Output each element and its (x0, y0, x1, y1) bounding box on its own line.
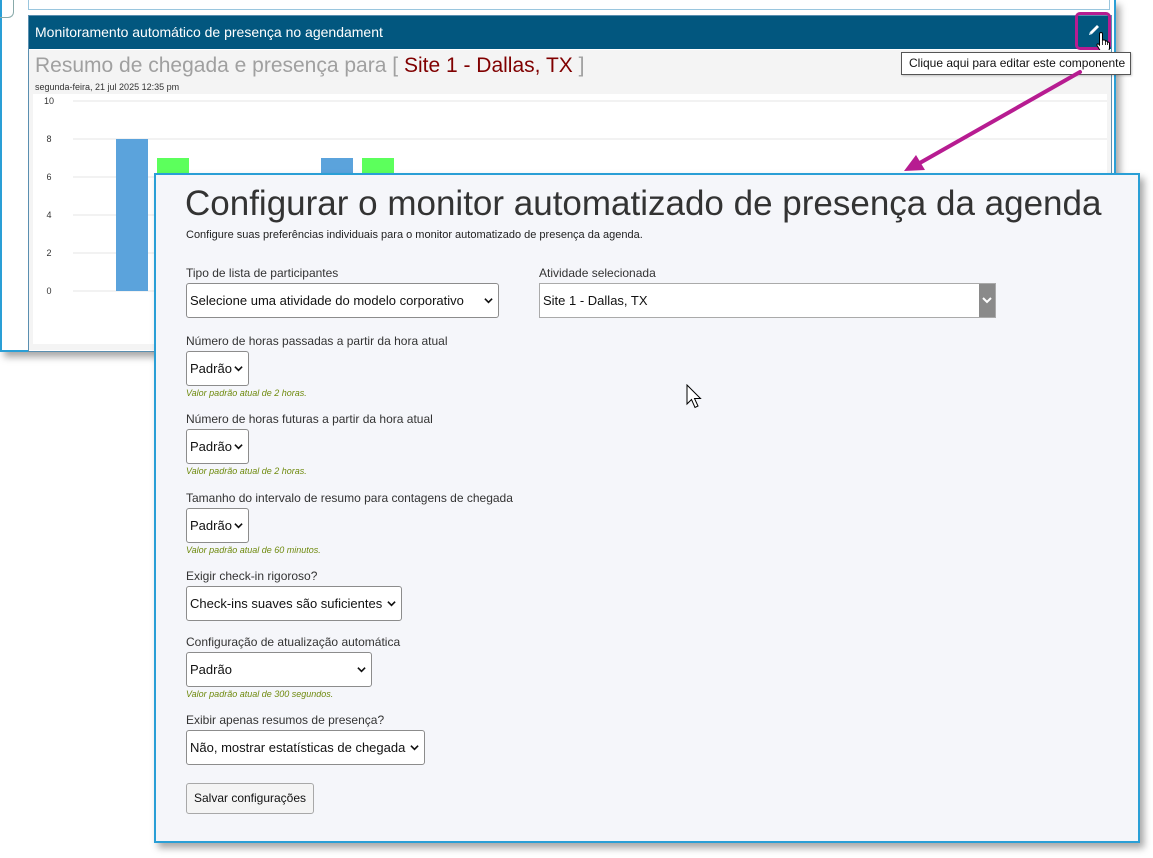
bracket-close: ] (578, 54, 585, 77)
hours-future-value: Padrão (190, 439, 232, 454)
hours-past-hint: Valor padrão atual de 2 horas. (186, 388, 307, 398)
panel-corner (0, 0, 14, 18)
bracket-open: [ (392, 54, 399, 77)
summary-site-name: Site 1 - Dallas, TX (403, 54, 573, 77)
y-tick-label: 10 (44, 96, 54, 106)
dialog-subtitle: Configure suas preferências individuais … (186, 229, 643, 241)
hours-past-select[interactable]: Padrão (186, 351, 249, 386)
strict-checkin-select[interactable]: Check-ins suaves são suficientes (186, 586, 402, 621)
chart-bar (116, 139, 148, 291)
chevron-down-icon (234, 523, 243, 529)
chevron-down-icon (234, 366, 243, 372)
participant-list-label: Tipo de lista de participantes (186, 266, 339, 280)
save-settings-button[interactable]: Salvar configurações (186, 783, 314, 814)
edit-component-button[interactable] (1075, 12, 1111, 53)
strict-checkin-label: Exigir check-in rigoroso? (186, 569, 318, 583)
chevron-down-icon (234, 444, 243, 450)
chevron-down-icon (387, 601, 396, 607)
participant-list-select[interactable]: Selecione uma atividade do modelo corpor… (186, 283, 499, 318)
chevron-down-icon (982, 297, 992, 304)
config-dialog: Configurar o monitor automatizado de pre… (154, 173, 1140, 843)
participant-list-value: Selecione uma atividade do modelo corpor… (190, 293, 464, 308)
summary-title-prefix: Resumo de chegada e presença para (35, 54, 387, 77)
select-arrow-box (979, 284, 995, 317)
summaries-only-select[interactable]: Não, mostrar estatísticas de chegada (186, 730, 425, 765)
selected-activity-select[interactable]: Site 1 - Dallas, TX (539, 283, 996, 318)
y-tick-label: 4 (46, 210, 51, 220)
interval-size-hint: Valor padrão atual de 60 minutos. (186, 545, 321, 555)
hours-future-hint: Valor padrão atual de 2 horas. (186, 466, 307, 476)
interval-size-select[interactable]: Padrão (186, 508, 249, 543)
y-tick-label: 8 (46, 134, 51, 144)
auto-refresh-label: Configuração de atualização automática (186, 635, 401, 649)
hours-past-label: Número de horas passadas a partir da hor… (186, 334, 448, 348)
widget-header: Monitoramento automático de presença no … (29, 16, 1111, 49)
interval-size-value: Padrão (190, 518, 232, 533)
strict-checkin-value: Check-ins suaves são suficientes (190, 596, 383, 611)
selected-activity-label: Atividade selecionada (539, 266, 656, 280)
summary-title: Resumo de chegada e presença para [ Site… (35, 54, 584, 78)
chevron-down-icon (484, 298, 493, 304)
hours-past-value: Padrão (190, 361, 232, 376)
edit-tooltip: Clique aqui para editar este componente (901, 52, 1131, 75)
summaries-only-label: Exibir apenas resumos de presença? (186, 713, 385, 727)
chevron-down-icon (410, 745, 419, 751)
auto-refresh-select[interactable]: Padrão (186, 652, 372, 687)
arrow-pointer-icon (686, 384, 702, 409)
widget-title: Monitoramento automático de presença no … (35, 24, 383, 40)
auto-refresh-value: Padrão (190, 662, 232, 677)
auto-refresh-hint: Valor padrão atual de 300 segundos. (186, 689, 334, 699)
y-tick-label: 0 (46, 286, 51, 296)
interval-size-label: Tamanho do intervalo de resumo para cont… (186, 491, 513, 505)
selected-activity-value: Site 1 - Dallas, TX (543, 293, 648, 308)
y-tick-label: 2 (46, 248, 51, 258)
hours-future-label: Número de horas futuras a partir da hora… (186, 412, 433, 426)
summary-date: segunda-feira, 21 jul 2025 12:35 pm (35, 82, 180, 92)
y-tick-label: 6 (46, 172, 51, 182)
dialog-title: Configurar o monitor automatizado de pre… (185, 184, 1102, 223)
hours-future-select[interactable]: Padrão (186, 429, 249, 464)
summaries-only-value: Não, mostrar estatísticas de chegada (190, 740, 406, 755)
chevron-down-icon (357, 667, 366, 673)
previous-panel-edge (28, 0, 1110, 10)
